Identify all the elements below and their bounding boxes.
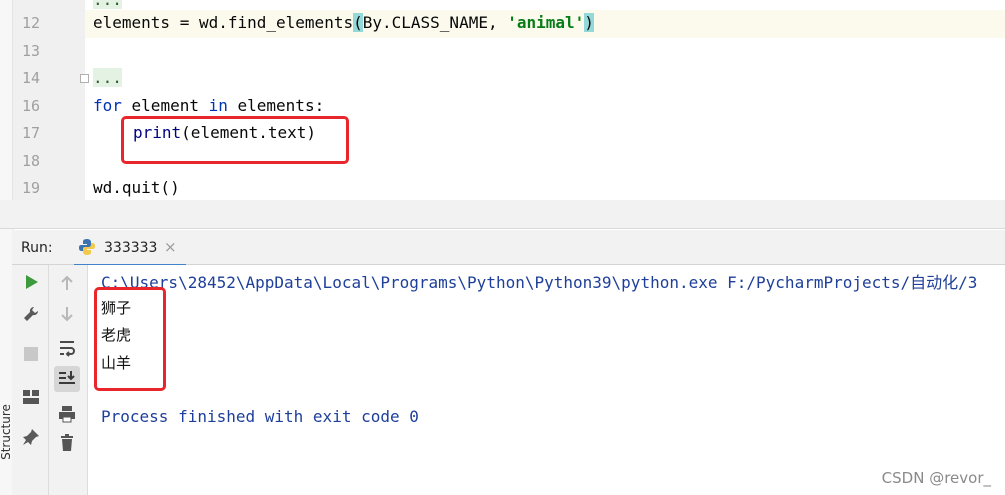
rerun-icon[interactable]: [24, 274, 40, 294]
console-finish-message: Process finished with exit code 0: [101, 407, 419, 426]
annotation-box-print: [121, 116, 349, 164]
code-text: By.CLASS_NAME,: [362, 13, 508, 32]
code-line-12[interactable]: elements = wd.find_elements(By.CLASS_NAM…: [93, 13, 594, 32]
structure-tool-label[interactable]: Structure: [0, 404, 13, 460]
line-number: 18: [21, 152, 40, 170]
wrench-icon[interactable]: [22, 305, 40, 327]
panel-splitter[interactable]: [0, 200, 1005, 229]
annotation-box-output: [94, 287, 166, 391]
line-number: 19: [21, 179, 40, 197]
run-toolbar-primary: [12, 265, 49, 495]
scroll-to-end-toggle[interactable]: [54, 366, 80, 392]
code-text: elements = wd.find_elements: [93, 13, 354, 32]
line-number: 13: [21, 42, 40, 60]
paren-match: ): [584, 13, 594, 32]
keyword: for: [93, 96, 122, 115]
soft-wrap-icon[interactable]: [58, 339, 76, 361]
python-icon: [78, 238, 96, 260]
line-number: 12: [21, 14, 40, 32]
line-number: 17: [21, 124, 40, 142]
folded-code-top[interactable]: ...: [93, 0, 122, 9]
line-number: 14: [21, 69, 40, 87]
close-tab-icon[interactable]: ×: [164, 238, 177, 256]
code-line-16[interactable]: for element in elements:: [93, 96, 324, 115]
code-text: elements:: [227, 96, 325, 115]
arrow-down-icon[interactable]: [59, 306, 75, 326]
layout-icon[interactable]: [22, 389, 40, 409]
run-label: Run:: [21, 240, 53, 256]
run-tab-label: 333333: [104, 240, 158, 256]
console-command-line: C:\Users\28452\AppData\Local\Programs\Py…: [101, 273, 978, 292]
code-line-19[interactable]: wd.quit(): [93, 178, 180, 197]
string-literal: 'animal': [507, 13, 585, 32]
trash-icon[interactable]: [59, 434, 75, 456]
fold-toggle-icon[interactable]: [80, 74, 89, 83]
pin-icon[interactable]: [22, 428, 40, 450]
code-text: element: [121, 96, 209, 115]
watermark: CSDN @revor_: [881, 469, 991, 487]
line-number: 16: [21, 97, 40, 115]
paren-match: (: [353, 13, 363, 32]
print-icon[interactable]: [58, 405, 76, 427]
arrow-up-icon[interactable]: [59, 275, 75, 295]
keyword: in: [208, 96, 228, 115]
stop-icon[interactable]: [24, 347, 38, 361]
console-output[interactable]: [88, 265, 1005, 495]
folded-code-block[interactable]: ...: [93, 68, 122, 87]
